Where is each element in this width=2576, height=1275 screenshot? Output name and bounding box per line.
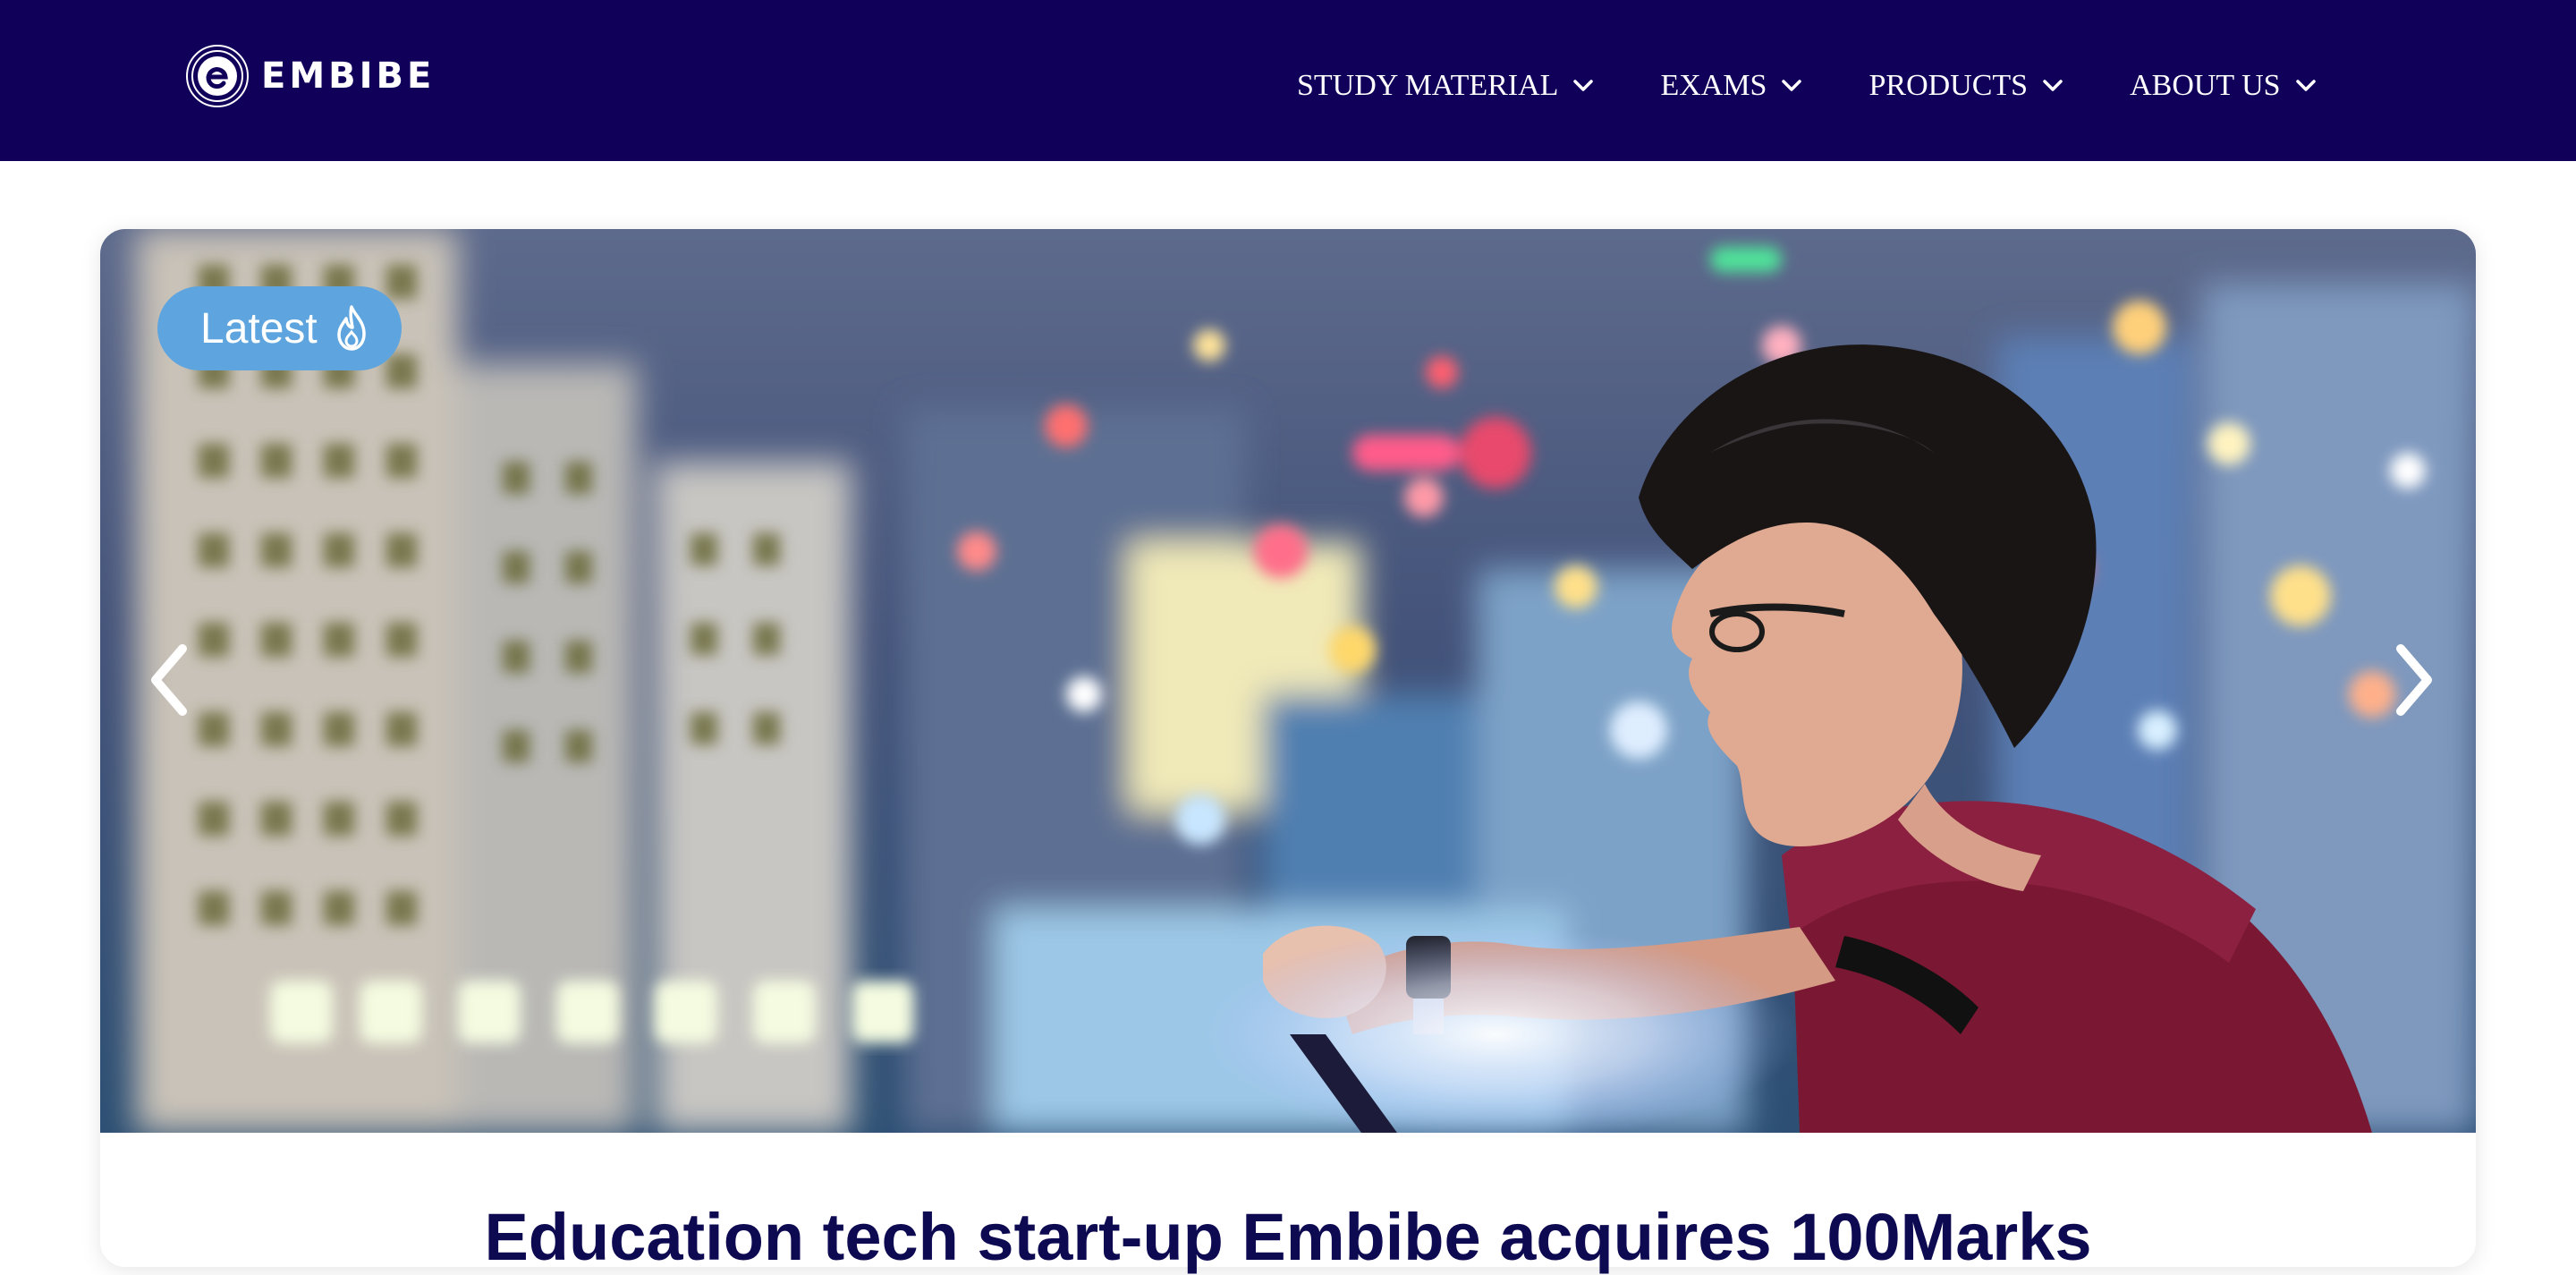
nav-item-label: PRODUCTS <box>1868 69 2029 102</box>
chevron-down-icon <box>1573 80 1594 91</box>
chevron-down-icon <box>1782 80 1802 91</box>
chevron-right-icon[interactable] <box>2385 640 2442 720</box>
chevron-down-icon <box>2295 80 2316 91</box>
nav-item-label: ABOUT US <box>2130 69 2281 102</box>
brand-name: EMBIBE <box>261 55 436 97</box>
latest-badge: Latest <box>157 286 402 370</box>
nav-item-label: STUDY MATERIAL <box>1297 69 1559 102</box>
logo[interactable]: EMBIBE <box>184 43 435 109</box>
hero-illustration <box>100 229 2476 1133</box>
fire-icon <box>337 305 366 351</box>
latest-badge-label: Latest <box>200 304 318 353</box>
site-header: EMBIBE STUDY MATERIAL EXAMS PRODUCTS ABO… <box>0 0 2576 161</box>
nav-item-products[interactable]: PRODUCTS <box>1868 69 2063 103</box>
chevron-left-icon[interactable] <box>143 640 200 720</box>
nav-item-exams[interactable]: EXAMS <box>1660 69 1802 103</box>
hero-image[interactable] <box>100 229 2476 1133</box>
nav-item-study-material[interactable]: STUDY MATERIAL <box>1297 69 1594 103</box>
article-card: Latest <box>100 229 2476 1267</box>
embibe-spiral-logo-icon <box>186 45 249 107</box>
nav-item-label: EXAMS <box>1660 69 1767 102</box>
article-title[interactable]: Education tech start-up Embibe acquires … <box>0 1199 2576 1275</box>
main-nav: STUDY MATERIAL EXAMS PRODUCTS ABOUT US <box>1297 61 2317 111</box>
chevron-down-icon <box>2043 80 2063 91</box>
nav-item-about-us[interactable]: ABOUT US <box>2130 69 2316 103</box>
